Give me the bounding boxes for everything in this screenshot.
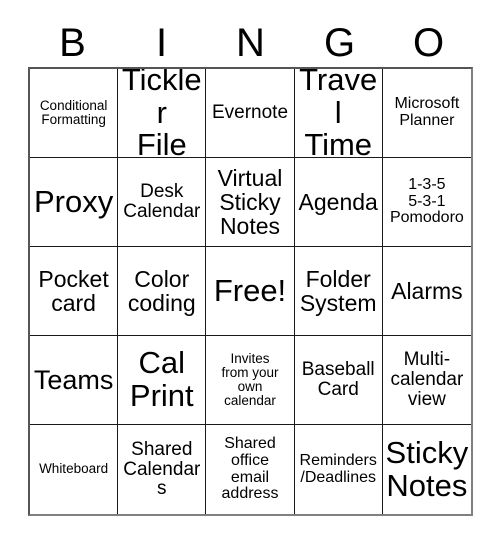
bingo-cell-label: Alarms: [391, 277, 463, 304]
bingo-cell-label: Travel Time: [299, 69, 378, 158]
bingo-cell-g1[interactable]: Travel Time: [294, 69, 383, 158]
bingo-cell-g3[interactable]: Folder System: [294, 247, 383, 336]
bingo-cell-label: Color coding: [127, 265, 196, 316]
bingo-cell-n5[interactable]: Shared office email address: [206, 425, 295, 514]
bingo-header-letter-g: G: [323, 20, 356, 65]
bingo-header-letter-n: N: [236, 20, 265, 65]
bingo-cell-b3[interactable]: Pocket card: [30, 247, 119, 336]
bingo-cell-label: Tickler File: [121, 69, 202, 158]
bingo-cell-i3[interactable]: Color coding: [118, 247, 207, 336]
bingo-cell-o2[interactable]: 1-3-5 5-3-1 Pomodoro: [382, 158, 471, 247]
bingo-cell-label: Baseball Card: [301, 359, 375, 400]
bingo-cell-o3[interactable]: Alarms: [382, 247, 471, 336]
bingo-cell-g2[interactable]: Agenda: [294, 158, 383, 247]
bingo-cell-label: Desk Calendar: [123, 181, 201, 222]
bingo-grid: Conditional Formatting Tickler File Ever…: [28, 67, 473, 516]
bingo-cell-label: Shared Calendars: [123, 438, 201, 500]
bingo-header-letter-o: O: [412, 20, 445, 65]
bingo-header-letter-b: B: [59, 20, 86, 65]
bingo-cell-n2[interactable]: Virtual Sticky Notes: [206, 158, 295, 247]
bingo-card: B I N G O Conditional Formatting Tickler…: [0, 0, 500, 544]
bingo-header-letter-i: I: [155, 20, 168, 65]
bingo-cell-label: Reminders /Deadlines: [299, 451, 377, 486]
bingo-cell-label: Teams: [33, 364, 114, 395]
bingo-cell-label: Shared office email address: [221, 434, 279, 503]
bingo-cell-o1[interactable]: Microsoft Planner: [382, 69, 471, 158]
bingo-cell-label: Proxy: [33, 183, 114, 219]
bingo-cell-label: Sticky Notes: [385, 434, 469, 503]
bingo-cell-label: 1-3-5 5-3-1 Pomodoro: [389, 175, 464, 227]
bingo-cell-n4[interactable]: Invites from your own calendar: [206, 336, 295, 425]
bingo-cell-label: Cal Print: [129, 345, 194, 413]
bingo-cell-label: Microsoft Planner: [394, 95, 460, 129]
bingo-cell-label: Pocket card: [38, 265, 109, 316]
bingo-cell-n1[interactable]: Evernote: [206, 69, 295, 158]
bingo-cell-free-space[interactable]: Free!: [206, 247, 295, 336]
bingo-cell-label: Free!: [213, 272, 287, 308]
bingo-cell-b5[interactable]: Whiteboard: [30, 425, 119, 514]
bingo-cell-i1[interactable]: Tickler File: [118, 69, 207, 158]
bingo-cell-o5[interactable]: Sticky Notes: [382, 425, 471, 514]
bingo-cell-b1[interactable]: Conditional Formatting: [30, 69, 119, 158]
bingo-cell-label: Multi- calendar view: [390, 349, 464, 410]
bingo-header-row: B I N G O: [28, 18, 473, 67]
bingo-cell-g4[interactable]: Baseball Card: [294, 336, 383, 425]
bingo-cell-label: Whiteboard: [39, 461, 109, 477]
bingo-cell-g5[interactable]: Reminders /Deadlines: [294, 425, 383, 514]
bingo-cell-i5[interactable]: Shared Calendars: [118, 425, 207, 514]
bingo-cell-label: Folder System: [299, 265, 377, 316]
bingo-cell-b4[interactable]: Teams: [30, 336, 119, 425]
bingo-cell-label: Agenda: [298, 188, 378, 215]
bingo-cell-i4[interactable]: Cal Print: [118, 336, 207, 425]
bingo-cell-label: Virtual Sticky Notes: [217, 164, 283, 240]
bingo-cell-label: Conditional Formatting: [39, 97, 108, 127]
bingo-cell-label: Evernote: [211, 102, 289, 124]
bingo-cell-label: Invites from your own calendar: [221, 350, 279, 409]
bingo-cell-o4[interactable]: Multi- calendar view: [382, 336, 471, 425]
bingo-cell-b2[interactable]: Proxy: [30, 158, 119, 247]
bingo-cell-i2[interactable]: Desk Calendar: [118, 158, 207, 247]
